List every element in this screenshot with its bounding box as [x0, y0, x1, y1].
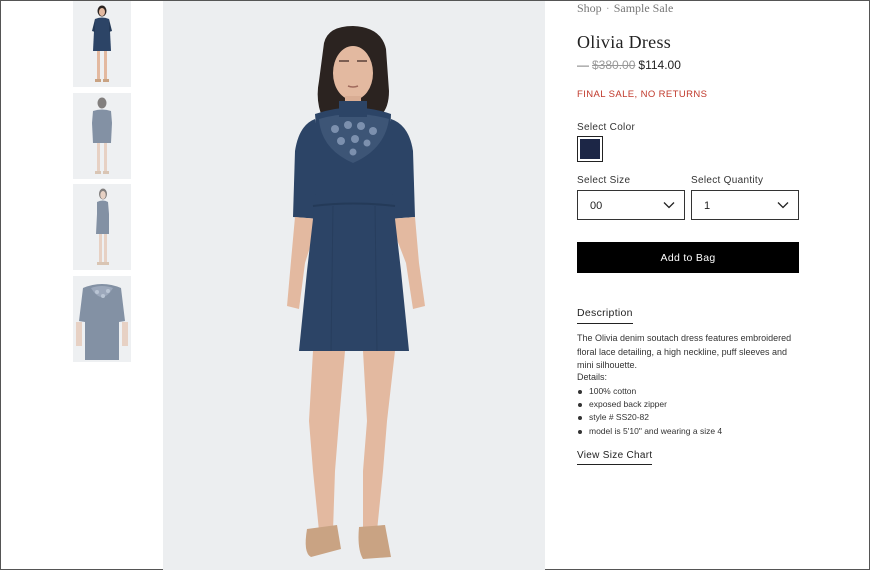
- breadcrumb: Shop · Sample Sale: [577, 1, 673, 16]
- thumbnail-back-full[interactable]: [73, 93, 131, 179]
- chevron-down-icon: [777, 202, 789, 209]
- tab-description[interactable]: Description: [577, 307, 633, 324]
- add-to-bag-button[interactable]: Add to Bag: [577, 242, 799, 273]
- thumbnail-detail-closeup[interactable]: [73, 276, 131, 362]
- price-dash: —: [577, 58, 589, 72]
- details-list: 100% cotton exposed back zipper style # …: [577, 385, 722, 438]
- quantity-select-value: 1: [704, 200, 711, 212]
- breadcrumb-shop[interactable]: Shop: [577, 1, 602, 15]
- product-price: — $380.00 $114.00: [577, 58, 681, 72]
- original-price: $380.00: [592, 58, 636, 72]
- breadcrumb-sample-sale[interactable]: Sample Sale: [614, 1, 674, 15]
- thumbnail-side-full[interactable]: [73, 184, 131, 270]
- select-quantity-label: Select Quantity: [691, 175, 764, 186]
- main-product-image: [163, 1, 545, 570]
- list-item: 100% cotton: [577, 385, 722, 398]
- color-swatch-navy[interactable]: [577, 136, 603, 162]
- list-item: style # SS20-82: [577, 411, 722, 424]
- chevron-down-icon: [663, 202, 675, 209]
- sale-price: $114.00: [638, 58, 681, 72]
- description-text: The Olivia denim soutach dress features …: [577, 333, 792, 370]
- view-size-chart-link[interactable]: View Size Chart: [577, 450, 653, 465]
- quantity-select[interactable]: 1: [691, 190, 799, 220]
- select-color-label: Select Color: [577, 122, 636, 133]
- color-swatch-fill: [580, 139, 600, 159]
- select-size-label: Select Size: [577, 175, 631, 186]
- thumbnail-front-full[interactable]: [73, 1, 131, 87]
- breadcrumb-separator: ·: [605, 1, 610, 15]
- model-wearing-denim-dress-photo: [163, 1, 545, 570]
- product-title: Olivia Dress: [577, 32, 672, 52]
- list-item: exposed back zipper: [577, 398, 722, 411]
- page-frame: Shop · Sample Sale Olivia Dress — $380.00 $1…: [0, 0, 870, 570]
- list-item: model is 5'10" and wearing a size 4: [577, 425, 722, 438]
- size-select-value: 00: [590, 200, 603, 212]
- size-select[interactable]: 00: [577, 190, 685, 220]
- final-sale-notice: FINAL SALE, NO RETURNS: [577, 89, 708, 100]
- details-label: Details:: [577, 372, 608, 382]
